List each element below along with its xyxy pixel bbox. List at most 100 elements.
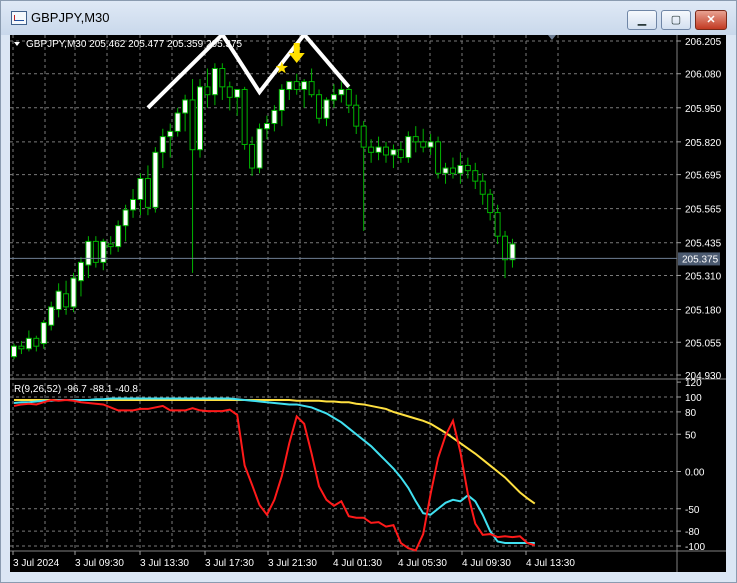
candle-body [442,167,449,174]
candle-body [85,240,92,266]
candle-body [330,94,337,101]
price-label: 205.820 [685,138,722,149]
candle-body [509,243,516,261]
time-label: 4 Jul 09:30 [462,558,511,569]
candle-body [144,178,151,208]
time-label: 3 Jul 17:30 [205,558,254,569]
candle-body [405,136,412,159]
price-axis[interactable]: 206.205 206.080 205.950 205.820 205.695 205.5… [677,37,722,382]
candle-body [241,88,248,145]
candle-body [70,277,77,308]
candle-body [323,99,330,119]
price-label: 205.310 [685,271,722,282]
candle-body [286,81,293,90]
price-label: 205.950 [685,104,722,115]
price-label: 206.205 [685,37,722,48]
candle-body [449,167,456,174]
candle-body [368,146,375,153]
candle-body [234,88,241,98]
candle-body [263,123,270,130]
time-label: 3 Jul 2024 [13,558,60,569]
oscillator-axis: 120 100 80 50 0.00 -50 -80 -100 [677,378,705,553]
oscillator-level-label: 0.00 [685,468,705,479]
candle-body [152,151,159,208]
candle-body [278,88,285,111]
time-label: 3 Jul 09:30 [75,558,124,569]
time-label: 4 Jul 01:30 [333,558,382,569]
candle-body [137,178,144,200]
candle-body [122,209,129,227]
candle-body [167,130,174,138]
time-label: 3 Jul 13:30 [140,558,189,569]
chart-area[interactable]: 206.205 206.080 205.950 205.820 205.695 205.5… [10,35,726,572]
minimize-button[interactable]: ▁ [627,10,657,30]
candle-body [308,81,315,96]
time-label: 4 Jul 13:30 [526,558,575,569]
sell-arrow-icon [288,43,305,63]
price-label: 205.180 [685,306,722,317]
candle-body [211,68,218,96]
candle-body [435,141,442,174]
candle-body [204,86,211,96]
candle-body [197,86,203,151]
candle-body [316,94,323,119]
time-label: 3 Jul 21:30 [268,558,317,569]
title-bar[interactable]: GBPJPY,M30 ▁ ▢ ✕ [1,1,736,35]
oscillator-cyan-line [13,397,535,545]
oscillator-header: R(9,26,52) -96.7 -88.1 -40.8 [14,384,138,395]
candle-body [189,99,196,151]
time-label: 4 Jul 05:30 [398,558,447,569]
candle-body [48,306,55,326]
maximize-button[interactable]: ▢ [661,10,691,30]
collapse-triangle-icon[interactable] [14,42,20,46]
price-label: 205.055 [685,338,722,349]
price-label: 205.565 [685,205,722,216]
oscillator-level-label: 100 [685,393,702,404]
price-label: 206.080 [685,70,722,81]
candle-body [293,81,300,90]
oscillator-level-label: 120 [685,378,702,389]
candle-body [397,149,404,159]
candle-body [249,143,256,169]
chart-canvas[interactable]: 206.205 206.080 205.950 205.820 205.695 205.5… [10,35,726,572]
oscillator-level-label: -80 [685,527,700,538]
oscillator-level-label: -50 [685,505,700,516]
oscillator-lines [13,397,536,552]
grid [10,35,677,551]
candle-body [383,146,389,156]
candle-body [353,104,360,127]
candle-body [159,136,166,153]
candle-body [18,345,25,350]
candle-body [301,81,308,90]
candle-body [115,225,122,248]
candle-body [11,345,17,358]
candle-body [464,164,471,172]
time-axis[interactable]: 3 Jul 2024 3 Jul 09:30 3 Jul 13:30 3 Jul 17… [12,551,575,569]
candle-body [100,240,107,263]
candle-body [487,193,494,214]
candle-body [420,141,427,148]
oscillator-level-label: 80 [685,408,697,419]
candle-body [360,125,367,148]
candle-body [219,68,226,88]
candle-body [63,293,70,308]
oscillator-level-label: 50 [685,430,697,441]
candle-body [427,141,434,148]
candle-body [457,164,464,174]
chart-window: GBPJPY,M30 ▁ ▢ ✕ 206.205 206.080 205.950 20… [0,0,737,583]
oscillator-red-line [13,398,536,552]
candle-body [271,109,278,125]
chart-shift-marker-icon[interactable] [548,35,556,40]
candle-body [226,86,233,98]
price-label: 205.435 [685,239,722,250]
candle-body [130,198,137,211]
candle-body [33,337,40,347]
candle-body [412,136,419,143]
chart-header: GBPJPY,M30 205.462 205.477 205.359 205.3… [26,39,243,50]
oscillator-yellow-line [14,398,536,505]
candle-body [494,212,501,237]
chart-window-icon [11,11,27,25]
candle-body [472,170,479,182]
close-button[interactable]: ✕ [695,10,727,30]
candle-body [502,235,509,261]
